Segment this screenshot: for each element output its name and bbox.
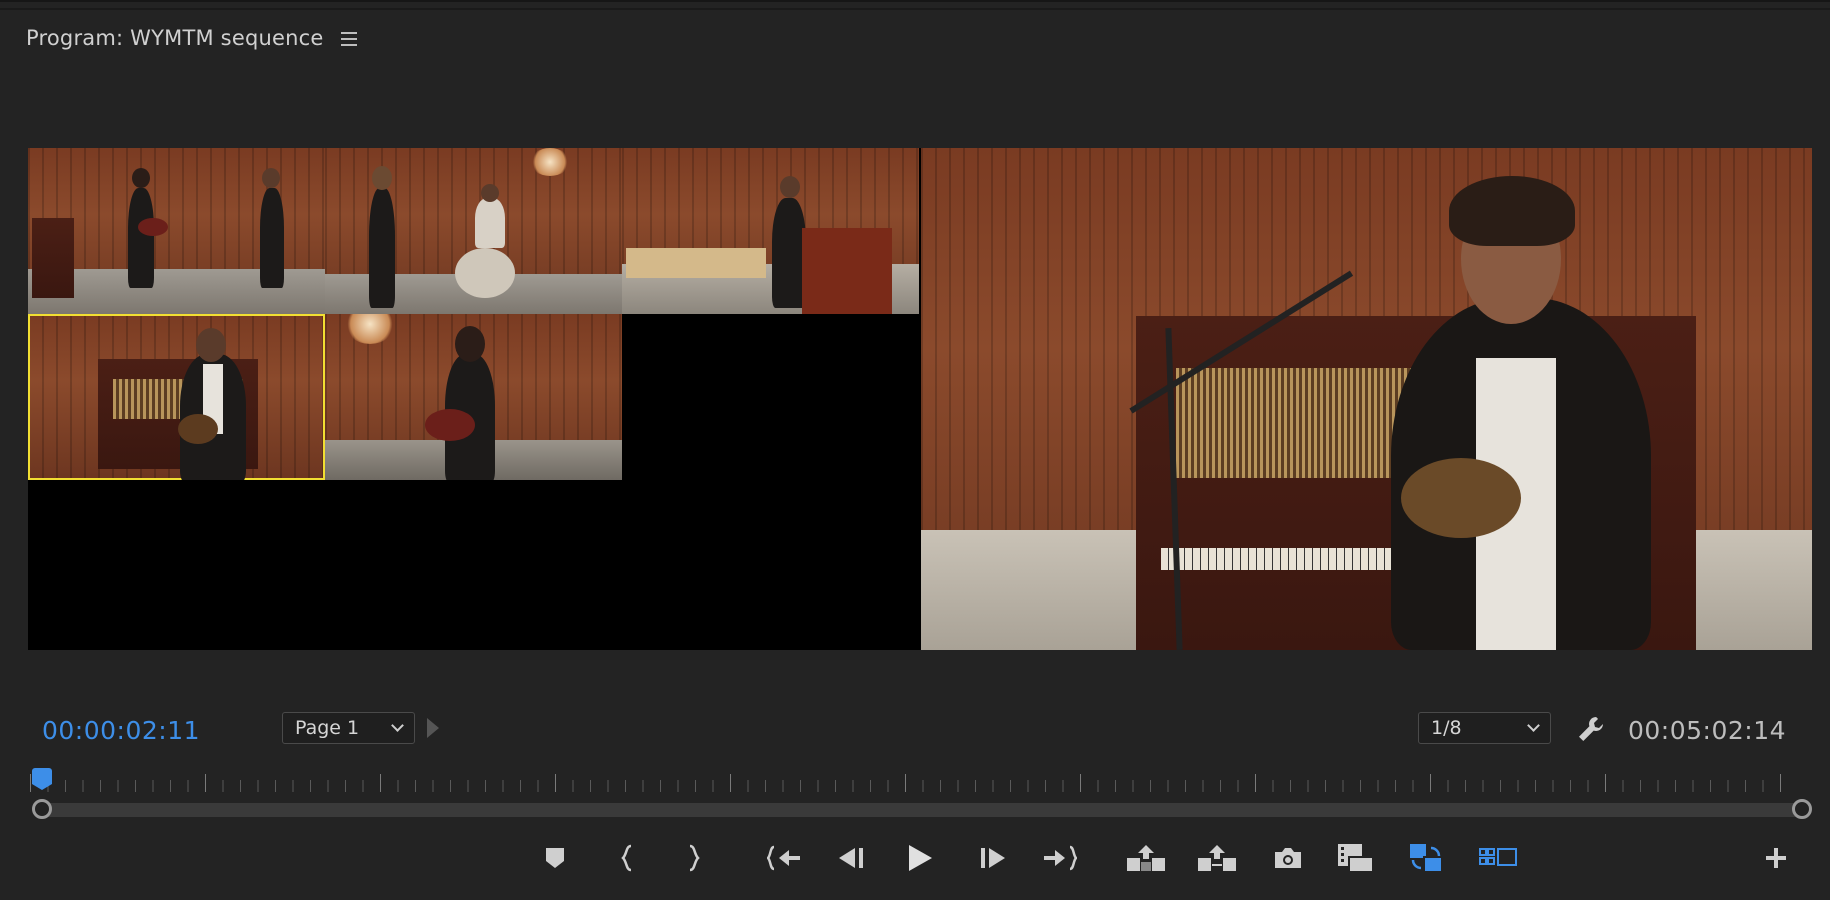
camera-angle-2[interactable] [325, 148, 622, 314]
transport-controls [0, 838, 1830, 878]
ruler-major-ticks [30, 774, 1785, 792]
wrench-icon[interactable] [1576, 714, 1606, 744]
lift-icon[interactable] [1126, 838, 1166, 878]
mark-in-icon[interactable] [608, 838, 648, 878]
zoom-handle-left[interactable] [32, 799, 52, 819]
next-page-icon[interactable] [427, 718, 439, 738]
playback-resolution-dropdown[interactable]: 1/8 [1418, 712, 1551, 744]
page-dropdown[interactable]: Page 1 [282, 712, 415, 744]
program-monitor-panel: Program: WYMTM sequence 00:00:02:11 Page… [0, 0, 1830, 900]
multicam-grid [28, 148, 921, 650]
camera-angle-4[interactable] [28, 314, 325, 480]
marker-icon[interactable] [535, 838, 575, 878]
panel-header: Program: WYMTM sequence [26, 26, 358, 50]
camera-angle-5[interactable] [325, 314, 622, 480]
camera-angle-3[interactable] [622, 148, 919, 314]
extract-icon[interactable] [1197, 838, 1237, 878]
chevron-down-icon [1527, 719, 1540, 732]
top-divider [0, 8, 1830, 10]
time-ruler[interactable] [30, 770, 1785, 794]
view-mode-icon[interactable] [1478, 838, 1518, 878]
viewer[interactable] [28, 148, 1812, 650]
chevron-down-icon [391, 719, 404, 732]
step-forward-icon[interactable] [972, 838, 1012, 878]
step-back-icon[interactable] [832, 838, 872, 878]
play-icon[interactable] [900, 838, 940, 878]
zoom-scrollbar[interactable] [42, 803, 1802, 817]
go-to-in-icon[interactable] [764, 838, 804, 878]
camera-icon[interactable] [1268, 838, 1308, 878]
hamburger-icon[interactable] [341, 32, 358, 46]
film-icon[interactable] [1336, 838, 1376, 878]
panel-title: Program: WYMTM sequence [26, 26, 324, 50]
camera-angle-1[interactable] [28, 148, 325, 314]
duration-timecode: 00:05:02:14 [1628, 716, 1787, 745]
playhead[interactable] [32, 768, 52, 790]
zoom-handle-right[interactable] [1792, 799, 1812, 819]
resolution-dropdown-value: 1/8 [1431, 717, 1462, 739]
plus-icon[interactable] [1756, 838, 1796, 878]
multicam-icon[interactable] [1406, 838, 1446, 878]
mark-out-icon[interactable] [673, 838, 713, 878]
current-timecode[interactable]: 00:00:02:11 [42, 716, 200, 745]
program-output[interactable] [921, 148, 1812, 650]
page-dropdown-value: Page 1 [295, 717, 360, 739]
go-to-out-icon[interactable] [1040, 838, 1080, 878]
